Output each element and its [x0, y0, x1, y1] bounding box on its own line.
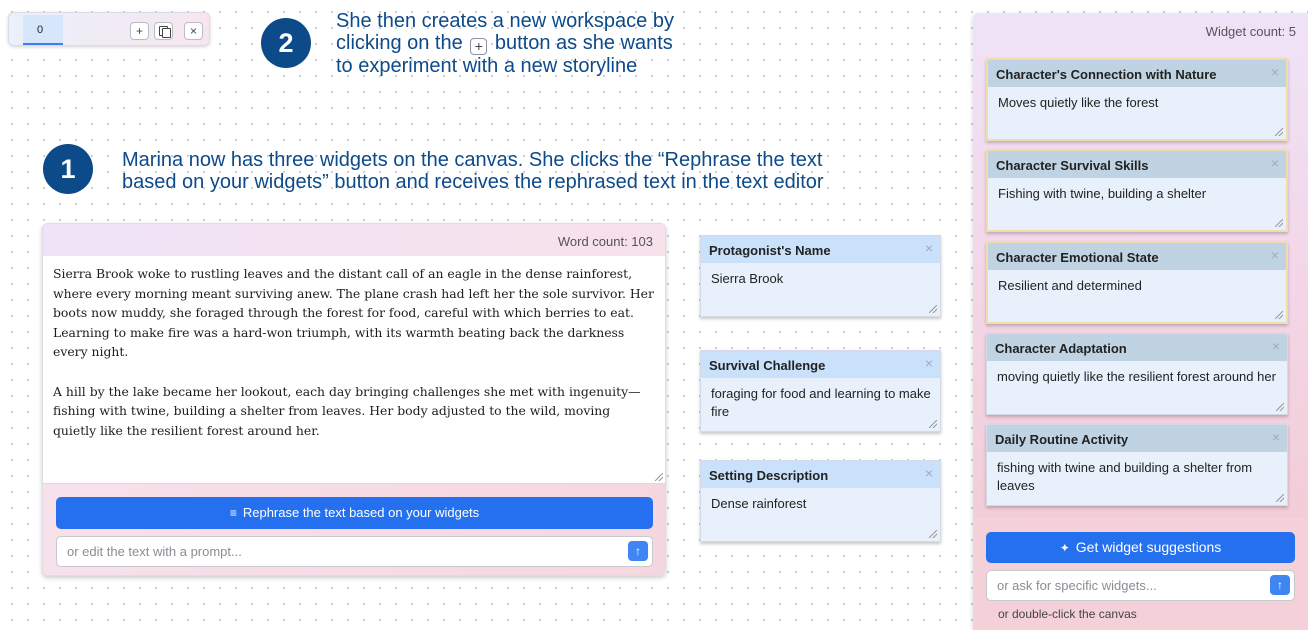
widget-value[interactable]: moving quietly like the resilient forest…	[987, 361, 1287, 386]
close-icon[interactable]: ×	[1272, 429, 1280, 445]
resize-handle-icon[interactable]	[929, 530, 937, 538]
close-icon[interactable]: ×	[1272, 338, 1280, 354]
double-click-hint: or double-click the canvas	[998, 607, 1137, 621]
panel-widget-daily-routine[interactable]: Daily Routine Activity × fishing with tw…	[986, 424, 1288, 506]
widget-title: Character Survival Skills	[988, 151, 1286, 178]
resize-handle-icon[interactable]	[929, 420, 937, 428]
ask-widgets-placeholder: or ask for specific widgets...	[997, 578, 1157, 593]
resize-handle-icon[interactable]	[929, 305, 937, 313]
canvas-widget-survival-challenge[interactable]: Survival Challenge × foraging for food a…	[700, 350, 941, 432]
widget-value[interactable]: Moves quietly like the forest	[988, 87, 1286, 112]
resize-handle-icon[interactable]	[1276, 403, 1284, 411]
step-2-line-2-after: button as she wants	[494, 32, 673, 54]
story-paragraph-2: A hill by the lake became her lookout, e…	[53, 383, 641, 438]
resize-handle-icon[interactable]	[655, 473, 663, 481]
editor-header: Word count: 103	[43, 224, 665, 256]
step-2-annotation: She then creates a new workspace by clic…	[336, 10, 674, 77]
step-2-badge: 2	[261, 18, 311, 68]
step-2-line-2: clicking on the + button as she wants	[336, 32, 674, 55]
ask-widgets-input[interactable]: or ask for specific widgets... ↑	[986, 570, 1295, 601]
step-1-line-1: Marina now has three widgets on the canv…	[122, 149, 823, 171]
widget-value[interactable]: Sierra Brook	[701, 263, 940, 288]
panel-widget-connection-with-nature[interactable]: Character's Connection with Nature × Mov…	[986, 58, 1288, 141]
story-paragraph-1: Sierra Brook woke to rustling leaves and…	[53, 266, 654, 360]
send-arrow-icon[interactable]: ↑	[628, 541, 648, 561]
editor-footer: ≡ Rephrase the text based on your widgets…	[43, 483, 665, 575]
panel-widget-character-adaptation[interactable]: Character Adaptation × moving quietly li…	[986, 333, 1288, 415]
widget-title: Protagonist's Name	[701, 236, 940, 263]
widget-count: Widget count: 5	[1205, 24, 1296, 39]
widget-title: Character's Connection with Nature	[988, 60, 1286, 87]
resize-handle-icon[interactable]	[1275, 311, 1283, 319]
widget-title: Character Adaptation	[987, 334, 1287, 361]
widget-panel: Widget count: 5 Character's Connection w…	[973, 13, 1308, 630]
workspace-tab-0[interactable]: 0	[23, 15, 63, 45]
send-arrow-icon[interactable]: ↑	[1270, 575, 1290, 595]
text-editor: Word count: 103 Sierra Brook woke to rus…	[42, 223, 666, 576]
sparkle-icon: ✦	[1059, 541, 1070, 555]
close-icon[interactable]: ×	[1271, 247, 1279, 263]
canvas-widget-setting-description[interactable]: Setting Description × Dense rainforest	[700, 460, 941, 542]
plus-icon: +	[470, 38, 488, 55]
canvas-widget-protagonist-name[interactable]: Protagonist's Name × Sierra Brook	[700, 235, 941, 317]
widget-title: Daily Routine Activity	[987, 425, 1287, 452]
resize-handle-icon[interactable]	[1275, 128, 1283, 136]
edit-prompt-placeholder: or edit the text with a prompt...	[67, 544, 242, 559]
add-workspace-button[interactable]: +	[130, 22, 149, 40]
word-count: Word count: 103	[557, 234, 653, 249]
step-2-line-2-before: clicking on the	[336, 32, 463, 54]
workspace-bar: 0 + ×	[8, 12, 210, 46]
step-1-badge: 1	[43, 144, 93, 194]
close-icon[interactable]: ×	[1271, 155, 1279, 171]
widget-value[interactable]: foraging for food and learning to make f…	[701, 378, 940, 421]
close-icon[interactable]: ×	[1271, 64, 1279, 80]
widget-value[interactable]: fishing with twine and building a shelte…	[987, 452, 1287, 495]
close-workspace-button[interactable]: ×	[184, 22, 203, 40]
widget-value[interactable]: Resilient and determined	[988, 270, 1286, 295]
rephrase-button[interactable]: ≡ Rephrase the text based on your widgets	[56, 497, 653, 529]
close-icon[interactable]: ×	[925, 240, 933, 256]
story-textarea[interactable]: Sierra Brook woke to rustling leaves and…	[43, 256, 665, 483]
get-widget-suggestions-button[interactable]: ✦ Get widget suggestions	[986, 532, 1295, 563]
edit-prompt-input[interactable]: or edit the text with a prompt... ↑	[56, 536, 653, 567]
widget-title: Character Emotional State	[988, 243, 1286, 270]
widget-title: Survival Challenge	[701, 351, 940, 378]
widget-title: Setting Description	[701, 461, 940, 488]
resize-handle-icon[interactable]	[1276, 494, 1284, 502]
get-widget-suggestions-label: Get widget suggestions	[1075, 539, 1222, 555]
step-1-line-2: based on your widgets” button and receiv…	[122, 171, 824, 193]
rephrase-button-label: Rephrase the text based on your widgets	[242, 505, 480, 520]
widget-value[interactable]: Dense rainforest	[701, 488, 940, 513]
step-1-annotation: Marina now has three widgets on the canv…	[122, 149, 824, 193]
resize-handle-icon[interactable]	[1275, 219, 1283, 227]
panel-widget-emotional-state[interactable]: Character Emotional State × Resilient an…	[986, 241, 1288, 324]
step-2-line-1: She then creates a new workspace by	[336, 10, 674, 32]
step-2-line-3: to experiment with a new storyline	[336, 55, 638, 77]
close-icon[interactable]: ×	[925, 465, 933, 481]
duplicate-workspace-button[interactable]	[154, 22, 173, 40]
widget-value[interactable]: Fishing with twine, building a shelter	[988, 178, 1286, 203]
panel-widget-survival-skills[interactable]: Character Survival Skills × Fishing with…	[986, 149, 1288, 232]
close-icon[interactable]: ×	[925, 355, 933, 371]
edit-lines-icon: ≡	[229, 506, 237, 520]
